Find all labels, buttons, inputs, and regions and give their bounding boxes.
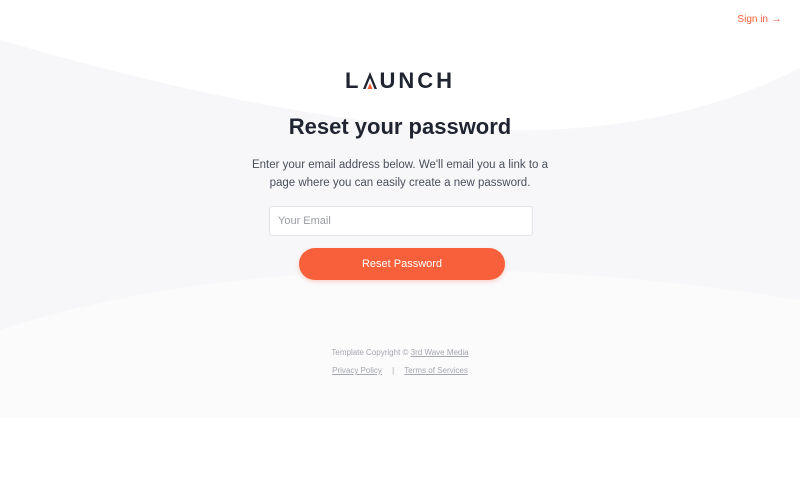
logo-text-start: L bbox=[344, 68, 362, 93]
sign-in-label: Sign in bbox=[737, 14, 768, 25]
footer-links: Privacy Policy | Terms of Services bbox=[0, 366, 800, 375]
logo-a-mark: A bbox=[361, 68, 379, 94]
launch-logo: LAUNCH bbox=[0, 68, 800, 94]
logo-text-end: UNCH bbox=[379, 68, 455, 93]
sign-in-link[interactable]: Sign in → bbox=[737, 13, 782, 26]
terms-of-services-link[interactable]: Terms of Services bbox=[404, 366, 468, 375]
privacy-policy-link[interactable]: Privacy Policy bbox=[332, 366, 382, 375]
footer-copyright: Template Copyright © 3rd Wave Media bbox=[0, 348, 800, 357]
logo-a-icon bbox=[363, 72, 378, 89]
footer-separator: | bbox=[392, 366, 395, 375]
arrow-right-icon: → bbox=[771, 13, 782, 25]
copyright-link[interactable]: 3rd Wave Media bbox=[411, 348, 469, 357]
page-title: Reset your password bbox=[288, 114, 512, 139]
page-description: Enter your email address below. We'll em… bbox=[251, 159, 548, 189]
copyright-text: Template Copyright © bbox=[331, 348, 409, 357]
email-input[interactable] bbox=[269, 206, 533, 236]
reset-password-button[interactable]: Reset Password bbox=[299, 248, 505, 280]
